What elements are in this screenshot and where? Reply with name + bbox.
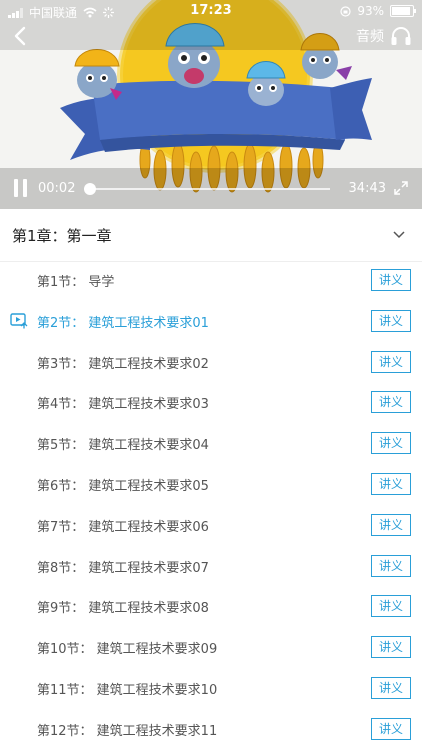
lesson-label: 第11节： 建筑工程技术要求10 [37,682,218,698]
lesson-item[interactable]: 第3节： 建筑工程技术要求02 讲义 [0,342,422,383]
lesson-label: 第5节： 建筑工程技术要求04 [37,438,209,454]
status-bar: 中国联通 17:23 93% [0,0,422,22]
player-controls: 00:02 34:43 [0,169,422,209]
total-time: 34:43 [348,181,386,196]
lesson-item[interactable]: 第7节： 建筑工程技术要求06 讲义 [0,505,422,546]
fullscreen-icon [394,181,408,195]
chevron-down-icon[interactable] [392,229,406,239]
chapter-header[interactable]: 第1章：第一章 [0,209,422,262]
lesson-label: 第2节： 建筑工程技术要求01 [37,315,209,331]
lesson-item[interactable]: 第6节： 建筑工程技术要求05 讲义 [0,464,422,505]
handout-button[interactable]: 讲义 [371,554,411,577]
lesson-item[interactable]: 第11节： 建筑工程技术要求10 讲义 [0,668,422,709]
lesson-item[interactable]: 第10节： 建筑工程技术要求09 讲义 [0,627,422,668]
handout-button[interactable]: 讲义 [371,717,411,740]
lesson-item[interactable]: 第12节： 建筑工程技术要求11 讲义 [0,709,422,750]
current-time: 00:02 [38,181,76,196]
lesson-label: 第7节： 建筑工程技术要求06 [37,519,209,535]
audio-mode-label: 音频 [356,29,384,45]
lesson-item[interactable]: 第1节： 导学 讲义 [0,260,422,301]
now-playing-icon [10,313,28,329]
battery-percent: 93% [357,4,384,18]
cartoon-character-3 [246,61,286,106]
audio-mode-button[interactable]: 音频 [356,26,412,46]
lesson-list: 第1节： 导学 讲义 第2节： 建筑工程技术要求01 讲义 第3节： 建筑工程技… [0,260,422,750]
progress-knob[interactable] [84,183,97,195]
fullscreen-button[interactable] [394,181,408,195]
handout-button[interactable]: 讲义 [371,432,411,455]
status-right: 93% [340,4,416,18]
handout-button[interactable]: 讲义 [371,472,411,495]
handout-button[interactable]: 讲义 [371,513,411,536]
lesson-label: 第12节： 建筑工程技术要求11 [37,723,218,739]
handout-button[interactable]: 讲义 [371,309,411,332]
handout-button[interactable]: 讲义 [371,269,411,291]
lesson-label: 第10节： 建筑工程技术要求09 [37,642,218,658]
battery-icon [390,5,416,17]
lesson-item-active[interactable]: 第2节： 建筑工程技术要求01 讲义 [0,301,422,342]
lesson-label: 第3节： 建筑工程技术要求02 [37,356,209,372]
pause-button[interactable] [14,179,28,197]
orientation-lock-icon [340,5,351,17]
headphones-icon [391,27,411,45]
chevron-left-icon [14,26,26,46]
back-button[interactable] [8,22,34,50]
lesson-item[interactable]: 第4节： 建筑工程技术要求03 讲义 [0,382,422,423]
lesson-item[interactable]: 第5节： 建筑工程技术要求04 讲义 [0,423,422,464]
handout-button[interactable]: 讲义 [371,676,411,699]
handout-button[interactable]: 讲义 [371,636,411,659]
progress-bar[interactable] [84,183,330,195]
handout-button[interactable]: 讲义 [371,391,411,414]
lesson-label: 第6节： 建筑工程技术要求05 [37,478,209,494]
lesson-item[interactable]: 第9节： 建筑工程技术要求08 讲义 [0,586,422,627]
chapter-title: 第1章：第一章 [12,227,112,245]
lesson-label: 第1节： 导学 [37,275,115,290]
lesson-label: 第9节： 建筑工程技术要求08 [37,601,209,617]
video-player[interactable]: 中国联通 17:23 93% 音频 00:02 34:43 [0,0,422,209]
handout-button[interactable]: 讲义 [371,595,411,618]
lesson-label: 第8节： 建筑工程技术要求07 [37,560,209,576]
handout-button[interactable]: 讲义 [371,350,411,373]
lesson-label: 第4节： 建筑工程技术要求03 [37,397,209,413]
lesson-item[interactable]: 第8节： 建筑工程技术要求07 讲义 [0,546,422,587]
